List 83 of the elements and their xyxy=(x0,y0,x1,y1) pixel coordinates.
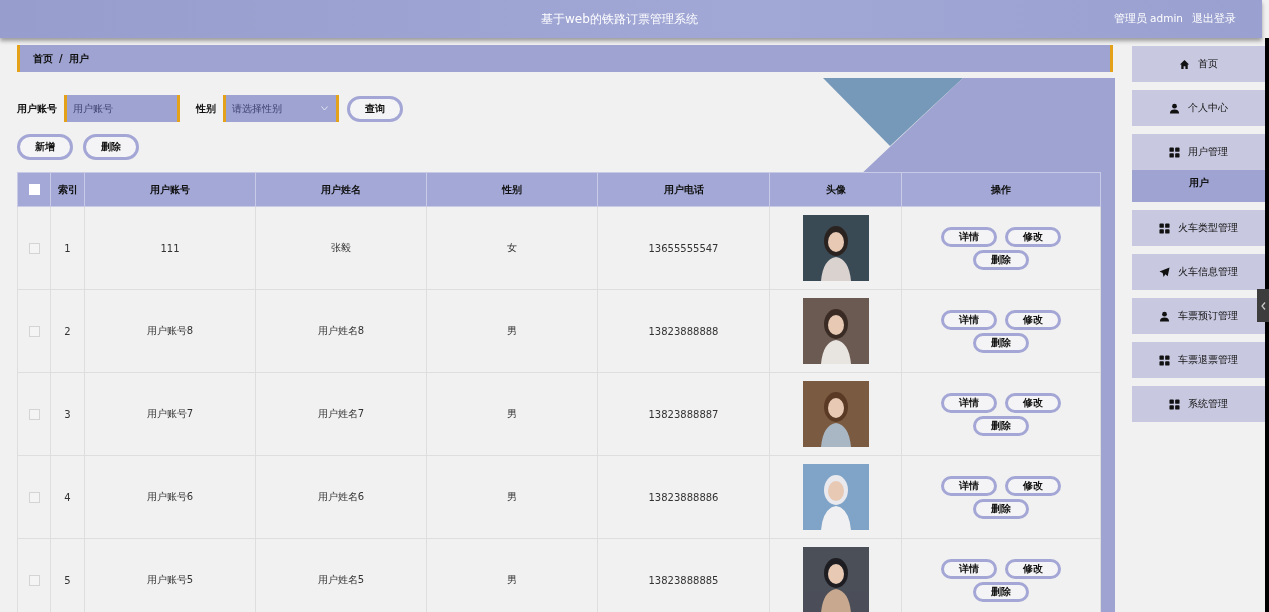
grid-icon xyxy=(1159,354,1170,366)
row-action-button[interactable]: 修改 xyxy=(1005,226,1061,247)
row-action-button[interactable]: 详情 xyxy=(941,558,997,579)
column-header: 用户姓名 xyxy=(255,172,427,207)
submenu-item[interactable]: 用户 xyxy=(1132,170,1265,202)
menu-item[interactable]: 首页 xyxy=(1132,46,1265,82)
row-action-button[interactable]: 删除 xyxy=(973,498,1029,519)
gender-cell: 女 xyxy=(426,206,598,290)
gender-cell: 男 xyxy=(426,289,598,373)
search-button[interactable]: 查询 xyxy=(347,95,403,122)
gender-cell: 男 xyxy=(426,455,598,539)
account-cell: 用户账号7 xyxy=(84,372,256,456)
account-cell: 用户账号5 xyxy=(84,538,256,612)
row-action-button[interactable]: 详情 xyxy=(941,309,997,330)
row-action-button[interactable]: 修改 xyxy=(1005,475,1061,496)
name-cell: 用户姓名7 xyxy=(255,372,427,456)
name-cell: 张毅 xyxy=(255,206,427,290)
person-icon xyxy=(1159,310,1170,322)
breadcrumb-link[interactable]: 用户 xyxy=(68,51,89,66)
checkbox[interactable] xyxy=(28,574,40,586)
row-action-button[interactable]: 详情 xyxy=(941,475,997,496)
column-header: 性别 xyxy=(426,172,598,207)
phone-cell: 13655555547 xyxy=(597,206,770,290)
column-header: 用户账号 xyxy=(84,172,256,207)
name-cell: 用户姓名8 xyxy=(255,289,427,373)
name-cell: 用户姓名6 xyxy=(255,455,427,539)
input-field[interactable]: 用户账号 xyxy=(64,95,180,122)
grid-icon xyxy=(1169,398,1180,410)
column-header: 头像 xyxy=(769,172,902,207)
name-cell: 用户姓名5 xyxy=(255,538,427,612)
row-action-button[interactable]: 详情 xyxy=(941,392,997,413)
home-icon xyxy=(1179,58,1190,70)
account-cell: 用户账号8 xyxy=(84,289,256,373)
phone-cell: 13823888888 xyxy=(597,289,770,373)
checkbox[interactable] xyxy=(28,242,40,254)
paper-plane-icon xyxy=(1159,266,1170,278)
row-action-button[interactable]: 删除 xyxy=(973,415,1029,436)
select-field[interactable]: 请选择性别 xyxy=(223,95,339,122)
account-cell: 用户账号6 xyxy=(84,455,256,539)
action-button[interactable]: 删除 xyxy=(83,134,139,160)
person-icon xyxy=(1169,102,1180,114)
index-cell: 1 xyxy=(50,206,85,290)
row-action-button[interactable]: 删除 xyxy=(973,332,1029,353)
gender-cell: 男 xyxy=(426,538,598,612)
phone-cell: 13823888885 xyxy=(597,538,770,612)
index-cell: 4 xyxy=(50,455,85,539)
checkbox[interactable] xyxy=(28,325,40,337)
row-action-button[interactable]: 修改 xyxy=(1005,309,1061,330)
column-header: 操作 xyxy=(901,172,1101,207)
row-action-button[interactable]: 删除 xyxy=(973,581,1029,602)
column-header: 索引 xyxy=(50,172,85,207)
column-header: 用户电话 xyxy=(597,172,770,207)
action-button[interactable]: 新增 xyxy=(17,134,73,160)
grid-icon xyxy=(1159,222,1170,234)
row-action-button[interactable]: 删除 xyxy=(973,249,1029,270)
menu-item[interactable]: 用户管理 xyxy=(1132,134,1265,170)
row-action-button[interactable]: 详情 xyxy=(941,226,997,247)
field-label: 用户账号 xyxy=(17,101,57,116)
menu-item[interactable]: 火车信息管理 xyxy=(1132,254,1265,290)
menu-item[interactable]: 系统管理 xyxy=(1132,386,1265,422)
collapse-handle[interactable] xyxy=(1257,289,1269,322)
index-cell: 2 xyxy=(50,289,85,373)
account-cell: 111 xyxy=(84,206,256,290)
breadcrumb-separator: / xyxy=(59,53,63,64)
checkbox[interactable] xyxy=(28,408,40,420)
phone-cell: 13823888887 xyxy=(597,372,770,456)
grid-icon xyxy=(1169,146,1180,158)
menu-item[interactable]: 个人中心 xyxy=(1132,90,1265,126)
menu-item[interactable]: 火车类型管理 xyxy=(1132,210,1265,246)
checkbox[interactable] xyxy=(28,491,40,503)
index-cell: 3 xyxy=(50,372,85,456)
row-action-button[interactable]: 修改 xyxy=(1005,392,1061,413)
admin-label: 管理员 admin xyxy=(1113,12,1183,26)
app-title: 基于web的铁路订票管理系统 xyxy=(539,10,699,28)
phone-cell: 13823888886 xyxy=(597,455,770,539)
field-label: 性别 xyxy=(196,101,216,116)
menu-item[interactable]: 车票退票管理 xyxy=(1132,342,1265,378)
breadcrumb-link[interactable]: 首页 xyxy=(33,51,53,66)
row-action-button[interactable]: 修改 xyxy=(1005,558,1061,579)
gender-cell: 男 xyxy=(426,372,598,456)
menu-item[interactable]: 车票预订管理 xyxy=(1132,298,1265,334)
index-cell: 5 xyxy=(50,538,85,612)
chevron-down-icon xyxy=(321,106,328,111)
